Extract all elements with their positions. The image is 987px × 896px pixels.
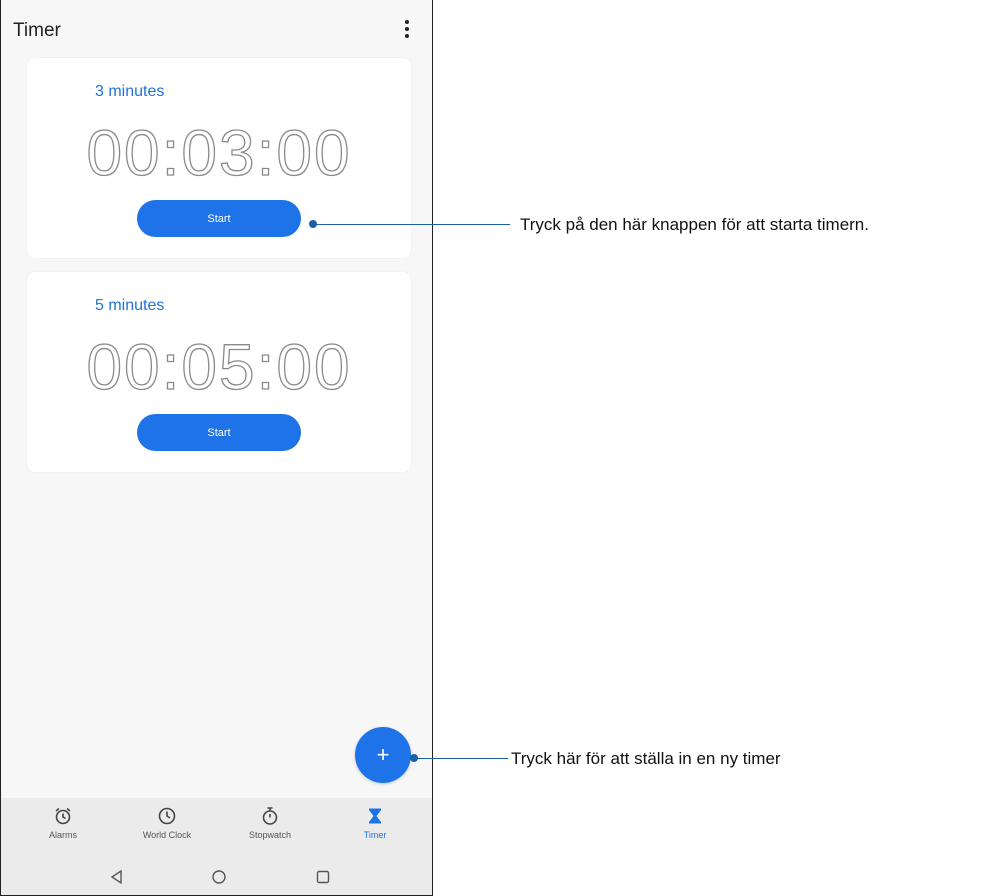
nav-item-timer[interactable]: Timer xyxy=(330,806,420,840)
timer-time: 00:03:00 xyxy=(86,116,352,189)
callout-line xyxy=(414,758,508,759)
back-icon[interactable] xyxy=(109,869,125,885)
add-timer-button[interactable]: + xyxy=(355,727,411,783)
nav-label: Timer xyxy=(363,830,387,840)
nav-label: World Clock xyxy=(142,830,192,840)
home-icon[interactable] xyxy=(211,869,227,885)
timer-label: 3 minutes xyxy=(95,83,165,100)
alarm-clock-icon xyxy=(55,807,71,825)
app-bar: Timer xyxy=(1,0,432,54)
timer-time: 00:05:00 xyxy=(86,330,352,403)
nav-item-world-clock[interactable]: World Clock xyxy=(122,806,212,840)
system-navigation-bar xyxy=(1,860,432,895)
timer-card-2[interactable]: 5 minutes 00:05:00 Start xyxy=(27,272,411,472)
callout-line xyxy=(313,224,510,225)
phone-screen: Timer 3 minutes 00:03:00 Start 5 minutes… xyxy=(0,0,433,896)
start-button[interactable]: Start xyxy=(137,414,301,451)
nav-item-stopwatch[interactable]: Stopwatch xyxy=(225,806,315,840)
nav-item-alarms[interactable]: Alarms xyxy=(18,806,108,840)
timer-label: 5 minutes xyxy=(95,297,165,314)
stopwatch-icon xyxy=(262,807,278,825)
page-title: Timer xyxy=(13,20,61,41)
overflow-menu-icon[interactable] xyxy=(404,20,410,40)
fab-callout-text: Tryck här för att ställa in en ny timer xyxy=(511,749,781,768)
timer-card-1[interactable]: 3 minutes 00:03:00 Start xyxy=(27,58,411,258)
clock-icon xyxy=(158,807,176,825)
recents-icon[interactable] xyxy=(315,869,331,885)
start-button[interactable]: Start xyxy=(137,200,301,237)
start-callout-text: Tryck på den här knappen för att starta … xyxy=(520,215,869,234)
plus-icon: + xyxy=(376,742,390,767)
bottom-navigation: Alarms World Clock Stopwatch Timer xyxy=(1,798,432,860)
nav-label: Alarms xyxy=(48,830,77,840)
nav-label: Stopwatch xyxy=(248,830,292,840)
hourglass-icon xyxy=(369,808,381,824)
